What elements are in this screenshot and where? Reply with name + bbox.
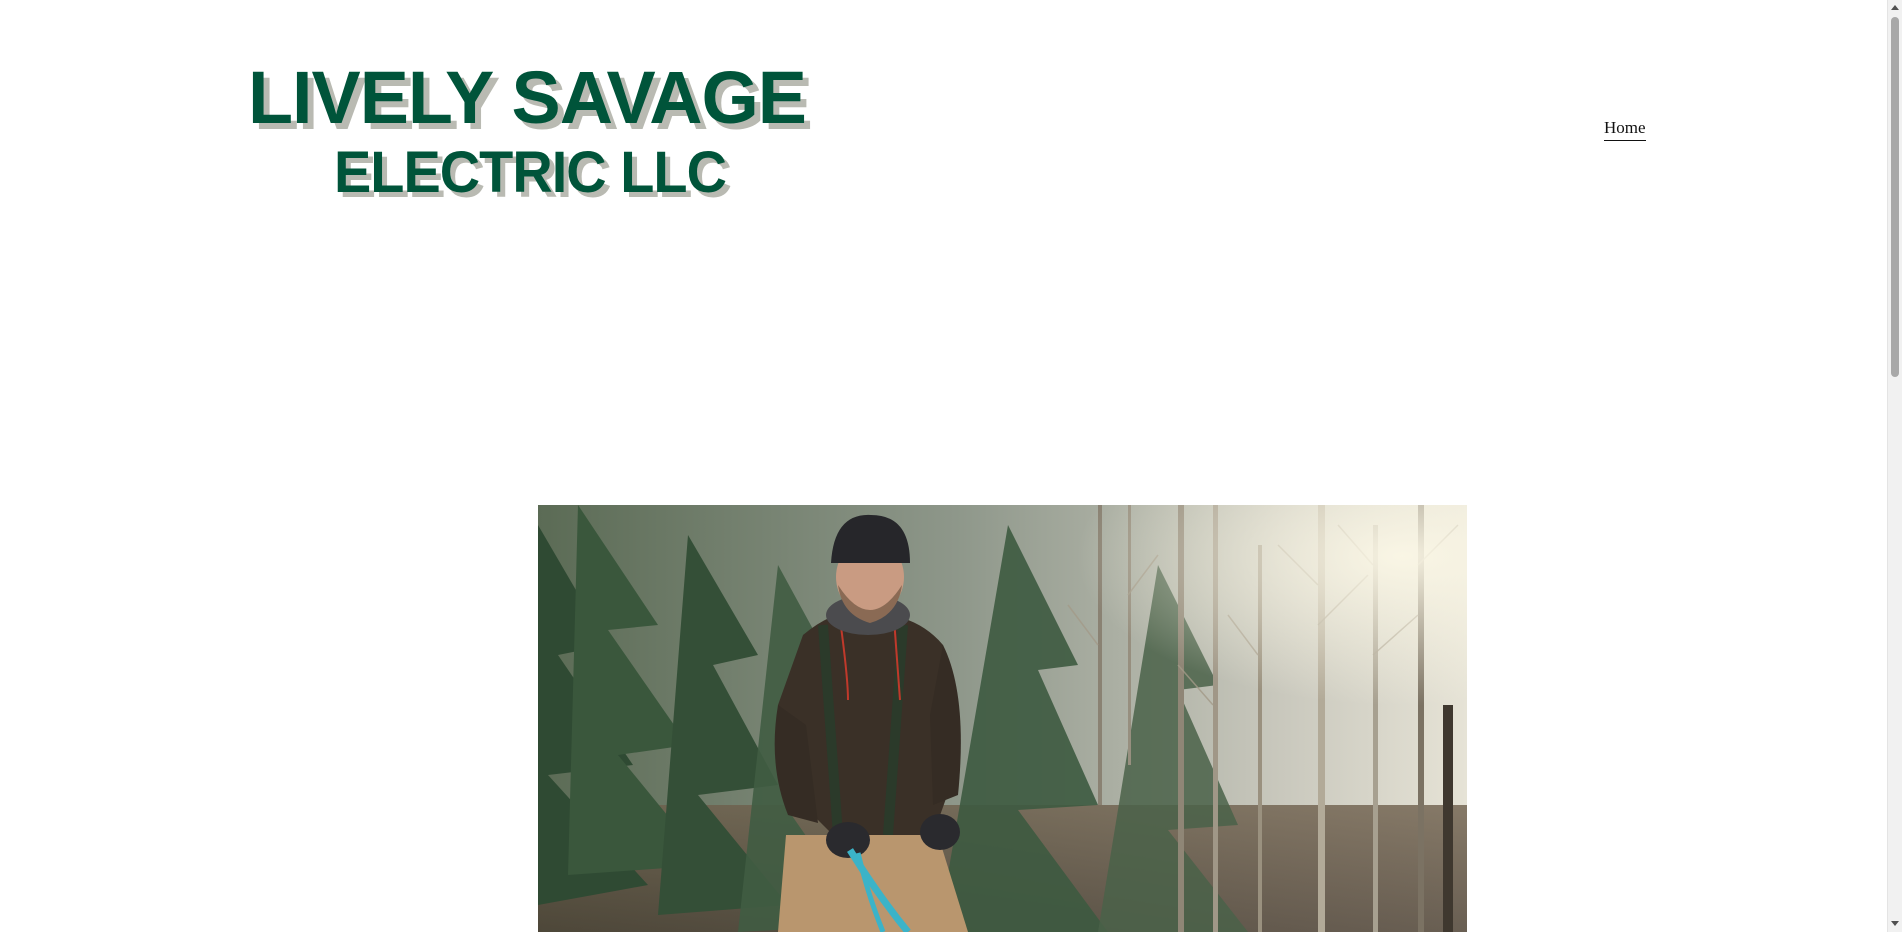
logo-line1: LIVELY SAVAGE: [248, 56, 806, 139]
logo-line2: ELECTRIC LLC: [334, 140, 726, 205]
page: LIVELY SAVAGE ELECTRIC LLC LIVELY SAVAGE…: [0, 0, 1902, 932]
main-nav: Home: [1604, 118, 1646, 141]
logo-graphic: LIVELY SAVAGE ELECTRIC LLC LIVELY SAVAGE…: [248, 56, 813, 206]
site-logo[interactable]: LIVELY SAVAGE ELECTRIC LLC LIVELY SAVAGE…: [248, 56, 816, 206]
nav-item-home[interactable]: Home: [1604, 118, 1646, 141]
vertical-scrollbar[interactable]: [1887, 0, 1902, 932]
scroll-thumb[interactable]: [1891, 17, 1899, 377]
scroll-down-arrow-icon[interactable]: [1888, 916, 1902, 932]
photo-icon: [538, 505, 1467, 932]
hero-image: [538, 505, 1467, 932]
scroll-up-arrow-icon[interactable]: [1888, 0, 1902, 16]
